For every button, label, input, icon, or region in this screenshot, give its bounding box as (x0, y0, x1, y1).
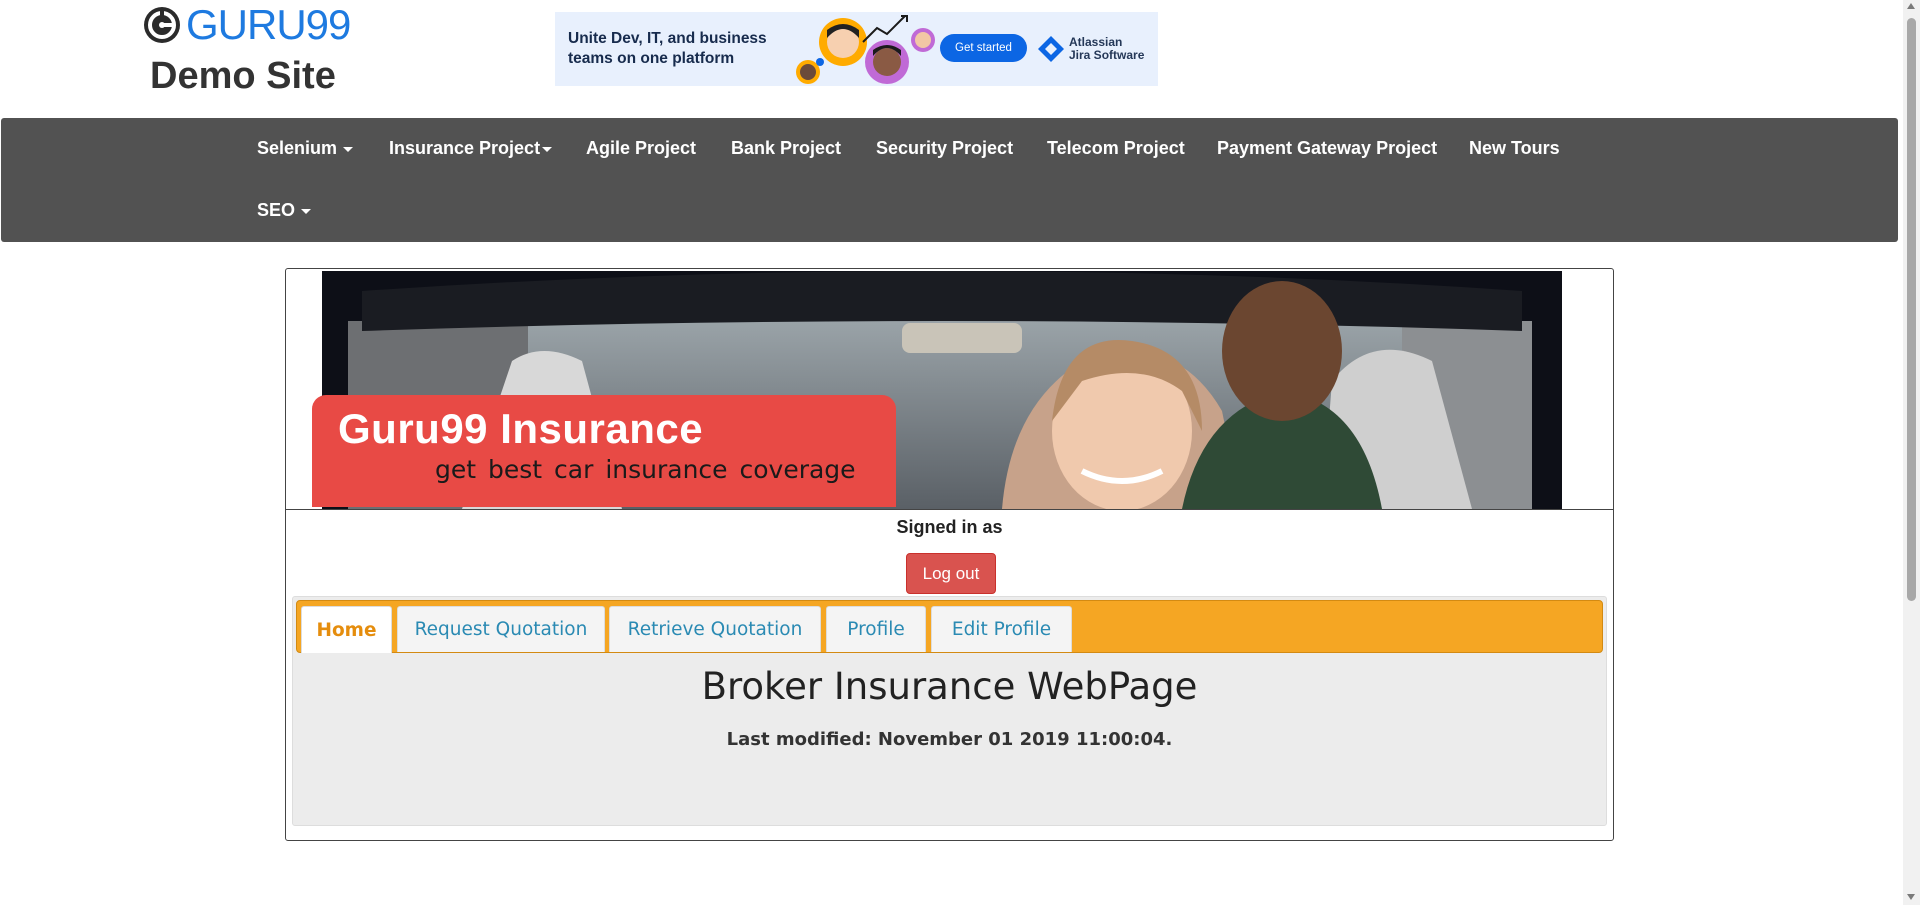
nav-new-tours[interactable]: New Tours (1469, 138, 1560, 159)
banner-subtitle: get best car insurance coverage (435, 455, 856, 484)
nav-agile-project[interactable]: Agile Project (586, 138, 696, 159)
tab-edit-profile[interactable]: Edit Profile (931, 606, 1072, 652)
banner-title: Guru99 Insurance (338, 405, 704, 452)
scroll-thumb[interactable] (1907, 18, 1916, 601)
tab-retrieve-quotation[interactable]: Retrieve Quotation (609, 606, 821, 652)
page-heading: Broker Insurance WebPage (701, 665, 1198, 708)
insurance-panel: Guru99 Insurance get best car insurance … (285, 268, 1614, 841)
dropdown-caret-icon (343, 146, 354, 152)
last-modified-text: Last modified: November 01 2019 11:00:04… (726, 729, 1173, 750)
advertisement-banner[interactable]: Unite Dev, IT, and business teams on one… (555, 12, 1158, 86)
nav-seo[interactable]: SEO (257, 200, 312, 221)
tab-home[interactable]: Home (301, 606, 392, 653)
page-scrollbar[interactable] (1903, 0, 1920, 905)
nav-selenium[interactable]: Selenium (257, 138, 354, 159)
signed-in-label: Signed in as (896, 517, 1003, 537)
scroll-up-arrow-icon[interactable] (1907, 3, 1915, 9)
tab-bar: Home Request Quotation Retrieve Quotatio… (296, 600, 1603, 653)
nav-payment-gateway-project[interactable]: Payment Gateway Project (1217, 138, 1437, 159)
nav-security-project[interactable]: Security Project (876, 138, 1013, 159)
nav-insurance-project[interactable]: Insurance Project (389, 138, 553, 159)
logout-button[interactable]: Log out (906, 553, 996, 594)
dropdown-caret-icon (542, 146, 553, 152)
nav-bank-project[interactable]: Bank Project (731, 138, 841, 159)
logo-text: GURU99 (186, 1, 351, 48)
ad-get-started-button[interactable]: Get started (940, 34, 1027, 62)
ad-people-illustration (796, 15, 935, 84)
dropdown-caret-icon (301, 208, 312, 214)
ad-brand-name: Atlassian Jira Software (1069, 36, 1144, 62)
ad-brand-line2: Jira Software (1069, 48, 1145, 62)
tab-request-quotation[interactable]: Request Quotation (397, 606, 605, 652)
tab-profile[interactable]: Profile (826, 606, 926, 652)
ad-text: Unite Dev, IT, and business teams on one… (568, 30, 767, 67)
jira-diamond-icon (1038, 36, 1064, 62)
site-subtitle: Demo Site (150, 55, 336, 97)
scroll-down-arrow-icon[interactable] (1907, 894, 1915, 900)
nav-telecom-project[interactable]: Telecom Project (1047, 138, 1185, 159)
site-logo[interactable]: GURU99 Demo Site (142, 4, 362, 100)
tab-content-area: Home Request Quotation Retrieve Quotatio… (292, 596, 1607, 826)
banner-divider (286, 509, 1613, 510)
main-navbar: Selenium Insurance Project Agile Project… (1, 118, 1898, 242)
guru99-logo-icon (144, 7, 180, 43)
